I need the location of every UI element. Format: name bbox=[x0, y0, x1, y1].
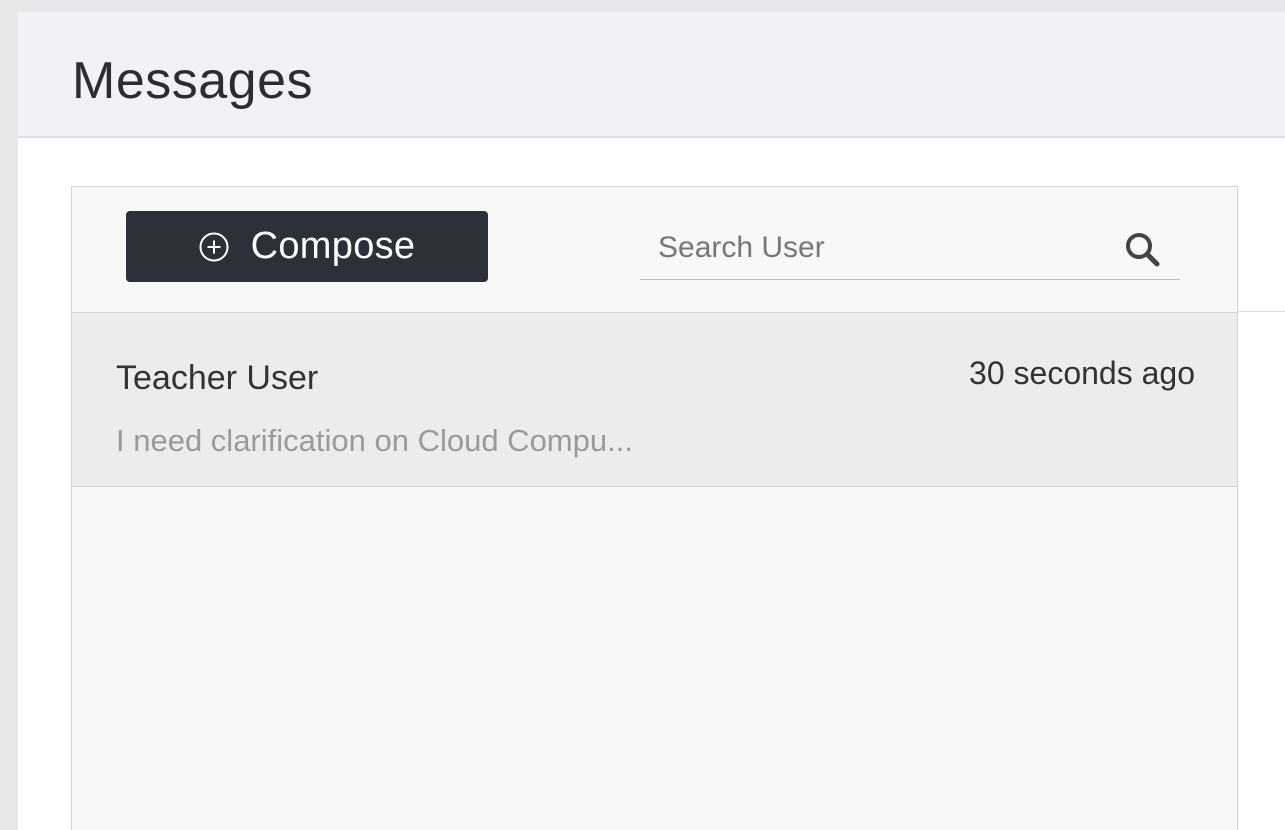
inbox-panel: Compose Teacher User 30 seconds ago I ne… bbox=[71, 186, 1238, 830]
message-list: Teacher User 30 seconds ago I need clari… bbox=[72, 313, 1237, 487]
search-icon[interactable] bbox=[1122, 229, 1164, 271]
search-box bbox=[640, 217, 1180, 280]
message-preview: I need clarification on Cloud Compu... bbox=[116, 423, 633, 458]
page-title: Messages bbox=[72, 52, 313, 110]
plus-circle-icon bbox=[199, 232, 229, 262]
message-list-item[interactable]: Teacher User 30 seconds ago I need clari… bbox=[72, 313, 1237, 487]
message-timestamp: 30 seconds ago bbox=[969, 355, 1195, 391]
page-header: Messages bbox=[18, 12, 1285, 138]
messages-page: Messages Compose Search User Teacher Use… bbox=[18, 12, 1285, 830]
compose-label: Compose bbox=[250, 225, 416, 267]
detail-pane-header bbox=[1238, 186, 1285, 312]
inbox-toolbar: Compose bbox=[72, 187, 1237, 313]
message-sender: Teacher User bbox=[116, 359, 319, 397]
compose-button[interactable]: Compose bbox=[126, 211, 488, 282]
search-input[interactable] bbox=[656, 225, 1100, 271]
